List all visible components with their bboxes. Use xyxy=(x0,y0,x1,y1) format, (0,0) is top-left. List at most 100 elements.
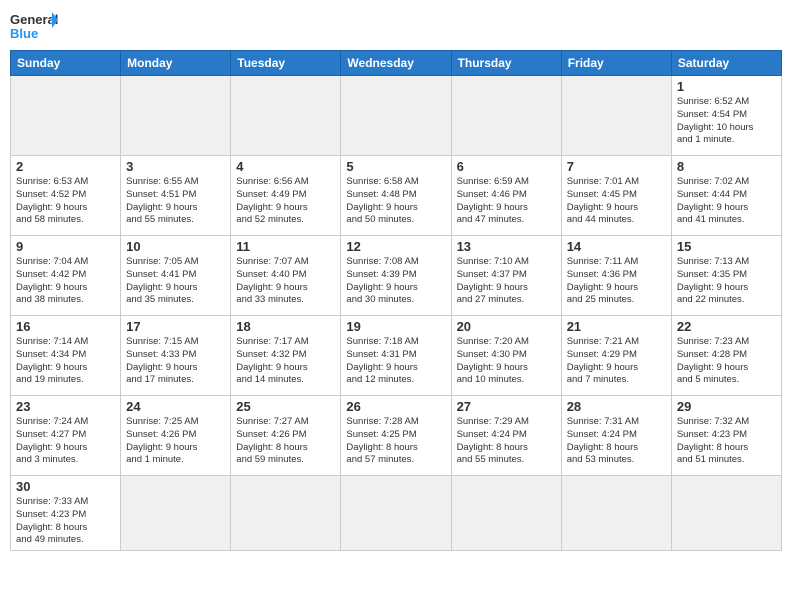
day-info: Sunrise: 7:21 AM Sunset: 4:29 PM Dayligh… xyxy=(567,336,666,387)
day-number: 20 xyxy=(457,319,556,334)
calendar-cell xyxy=(341,76,451,156)
day-number: 30 xyxy=(16,479,115,494)
day-number: 8 xyxy=(677,159,776,174)
calendar-cell xyxy=(561,476,671,551)
day-info: Sunrise: 7:24 AM Sunset: 4:27 PM Dayligh… xyxy=(16,416,115,467)
day-number: 19 xyxy=(346,319,445,334)
weekday-header-tuesday: Tuesday xyxy=(231,51,341,76)
day-info: Sunrise: 7:25 AM Sunset: 4:26 PM Dayligh… xyxy=(126,416,225,467)
calendar-cell: 21 Sunrise: 7:21 AM Sunset: 4:29 PM Dayli… xyxy=(561,316,671,396)
day-number: 4 xyxy=(236,159,335,174)
calendar-week-row: 9Sunrise: 7:04 AM Sunset: 4:42 PM Daylig… xyxy=(11,236,782,316)
logo: General Blue xyxy=(10,10,60,42)
calendar-cell: 3 Sunrise: 6:55 AM Sunset: 4:51 PM Daylig… xyxy=(121,156,231,236)
day-number: 3 xyxy=(126,159,225,174)
day-info: Sunrise: 6:58 AM Sunset: 4:48 PM Dayligh… xyxy=(346,176,445,227)
day-info: Sunrise: 7:29 AM Sunset: 4:24 PM Dayligh… xyxy=(457,416,556,467)
calendar-cell xyxy=(11,76,121,156)
day-number: 23 xyxy=(16,399,115,414)
day-info: Sunrise: 7:11 AM Sunset: 4:36 PM Dayligh… xyxy=(567,256,666,307)
weekday-header-thursday: Thursday xyxy=(451,51,561,76)
weekday-header-saturday: Saturday xyxy=(671,51,781,76)
svg-text:Blue: Blue xyxy=(10,26,38,41)
day-number: 13 xyxy=(457,239,556,254)
day-info: Sunrise: 7:28 AM Sunset: 4:25 PM Dayligh… xyxy=(346,416,445,467)
day-info: Sunrise: 6:52 AM Sunset: 4:54 PM Dayligh… xyxy=(677,96,776,147)
calendar-cell xyxy=(341,476,451,551)
day-info: Sunrise: 6:55 AM Sunset: 4:51 PM Dayligh… xyxy=(126,176,225,227)
day-info: Sunrise: 7:13 AM Sunset: 4:35 PM Dayligh… xyxy=(677,256,776,307)
calendar-cell: 23 Sunrise: 7:24 AM Sunset: 4:27 PM Dayli… xyxy=(11,396,121,476)
calendar-cell: 22 Sunrise: 7:23 AM Sunset: 4:28 PM Dayli… xyxy=(671,316,781,396)
day-number: 21 xyxy=(567,319,666,334)
calendar-cell: 10 Sunrise: 7:05 AM Sunset: 4:41 PM Dayli… xyxy=(121,236,231,316)
calendar-cell: 9Sunrise: 7:04 AM Sunset: 4:42 PM Daylig… xyxy=(11,236,121,316)
day-info: Sunrise: 6:56 AM Sunset: 4:49 PM Dayligh… xyxy=(236,176,335,227)
day-info: Sunrise: 7:05 AM Sunset: 4:41 PM Dayligh… xyxy=(126,256,225,307)
calendar-cell: 19 Sunrise: 7:18 AM Sunset: 4:31 PM Dayli… xyxy=(341,316,451,396)
day-number: 22 xyxy=(677,319,776,334)
day-number: 16 xyxy=(16,319,115,334)
day-number: 15 xyxy=(677,239,776,254)
calendar-cell: 14 Sunrise: 7:11 AM Sunset: 4:36 PM Dayli… xyxy=(561,236,671,316)
calendar-cell: 24 Sunrise: 7:25 AM Sunset: 4:26 PM Dayli… xyxy=(121,396,231,476)
calendar-cell xyxy=(561,76,671,156)
day-number: 5 xyxy=(346,159,445,174)
calendar-cell: 15 Sunrise: 7:13 AM Sunset: 4:35 PM Dayli… xyxy=(671,236,781,316)
weekday-header-sunday: Sunday xyxy=(11,51,121,76)
day-info: Sunrise: 7:08 AM Sunset: 4:39 PM Dayligh… xyxy=(346,256,445,307)
calendar-week-row: 2Sunrise: 6:53 AM Sunset: 4:52 PM Daylig… xyxy=(11,156,782,236)
calendar-cell: 5 Sunrise: 6:58 AM Sunset: 4:48 PM Daylig… xyxy=(341,156,451,236)
calendar-cell: 17Sunrise: 7:15 AM Sunset: 4:33 PM Dayli… xyxy=(121,316,231,396)
day-info: Sunrise: 7:27 AM Sunset: 4:26 PM Dayligh… xyxy=(236,416,335,467)
calendar-cell xyxy=(451,76,561,156)
day-number: 10 xyxy=(126,239,225,254)
day-info: Sunrise: 7:20 AM Sunset: 4:30 PM Dayligh… xyxy=(457,336,556,387)
day-number: 25 xyxy=(236,399,335,414)
weekday-header-monday: Monday xyxy=(121,51,231,76)
day-number: 18 xyxy=(236,319,335,334)
day-info: Sunrise: 7:31 AM Sunset: 4:24 PM Dayligh… xyxy=(567,416,666,467)
day-number: 28 xyxy=(567,399,666,414)
day-number: 7 xyxy=(567,159,666,174)
calendar-cell: 20 Sunrise: 7:20 AM Sunset: 4:30 PM Dayli… xyxy=(451,316,561,396)
day-number: 14 xyxy=(567,239,666,254)
calendar-cell: 25 Sunrise: 7:27 AM Sunset: 4:26 PM Dayli… xyxy=(231,396,341,476)
day-info: Sunrise: 7:01 AM Sunset: 4:45 PM Dayligh… xyxy=(567,176,666,227)
calendar-cell: 11Sunrise: 7:07 AM Sunset: 4:40 PM Dayli… xyxy=(231,236,341,316)
calendar-cell: 8 Sunrise: 7:02 AM Sunset: 4:44 PM Daylig… xyxy=(671,156,781,236)
calendar-cell: 4 Sunrise: 6:56 AM Sunset: 4:49 PM Daylig… xyxy=(231,156,341,236)
calendar-cell: 12 Sunrise: 7:08 AM Sunset: 4:39 PM Dayli… xyxy=(341,236,451,316)
page-header: General Blue xyxy=(10,10,782,42)
calendar-cell xyxy=(121,76,231,156)
day-info: Sunrise: 7:10 AM Sunset: 4:37 PM Dayligh… xyxy=(457,256,556,307)
calendar-cell: 16 Sunrise: 7:14 AM Sunset: 4:34 PM Dayli… xyxy=(11,316,121,396)
day-info: Sunrise: 7:07 AM Sunset: 4:40 PM Dayligh… xyxy=(236,256,335,307)
day-info: Sunrise: 7:32 AM Sunset: 4:23 PM Dayligh… xyxy=(677,416,776,467)
calendar-cell xyxy=(121,476,231,551)
calendar-cell: 28 Sunrise: 7:31 AM Sunset: 4:24 PM Dayli… xyxy=(561,396,671,476)
day-number: 24 xyxy=(126,399,225,414)
calendar-cell xyxy=(231,76,341,156)
calendar-week-row: 1Sunrise: 6:52 AM Sunset: 4:54 PM Daylig… xyxy=(11,76,782,156)
calendar-cell: 27Sunrise: 7:29 AM Sunset: 4:24 PM Dayli… xyxy=(451,396,561,476)
calendar-cell: 30 Sunrise: 7:33 AM Sunset: 4:23 PM Dayli… xyxy=(11,476,121,551)
calendar-cell xyxy=(231,476,341,551)
day-number: 12 xyxy=(346,239,445,254)
generalblue-logo-icon: General Blue xyxy=(10,10,60,42)
day-info: Sunrise: 7:23 AM Sunset: 4:28 PM Dayligh… xyxy=(677,336,776,387)
weekday-header-wednesday: Wednesday xyxy=(341,51,451,76)
day-info: Sunrise: 6:59 AM Sunset: 4:46 PM Dayligh… xyxy=(457,176,556,227)
weekday-header-row: SundayMondayTuesdayWednesdayThursdayFrid… xyxy=(11,51,782,76)
calendar-cell: 26Sunrise: 7:28 AM Sunset: 4:25 PM Dayli… xyxy=(341,396,451,476)
day-info: Sunrise: 7:33 AM Sunset: 4:23 PM Dayligh… xyxy=(16,496,115,547)
day-info: Sunrise: 7:14 AM Sunset: 4:34 PM Dayligh… xyxy=(16,336,115,387)
day-info: Sunrise: 6:53 AM Sunset: 4:52 PM Dayligh… xyxy=(16,176,115,227)
calendar-cell: 13 Sunrise: 7:10 AM Sunset: 4:37 PM Dayli… xyxy=(451,236,561,316)
day-info: Sunrise: 7:02 AM Sunset: 4:44 PM Dayligh… xyxy=(677,176,776,227)
calendar-week-row: 16 Sunrise: 7:14 AM Sunset: 4:34 PM Dayli… xyxy=(11,316,782,396)
day-number: 6 xyxy=(457,159,556,174)
day-number: 17 xyxy=(126,319,225,334)
svg-text:General: General xyxy=(10,12,58,27)
day-info: Sunrise: 7:18 AM Sunset: 4:31 PM Dayligh… xyxy=(346,336,445,387)
